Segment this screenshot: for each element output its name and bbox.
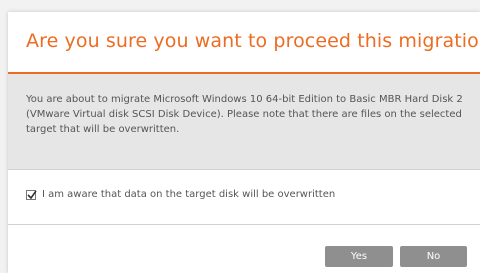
message-panel: You are about to migrate Microsoft Windo… (8, 74, 480, 170)
footer-divider (8, 224, 480, 225)
dialog-title: Are you sure you want to proceed this mi… (26, 30, 480, 52)
yes-button[interactable]: Yes (325, 246, 393, 267)
checkmark-icon (27, 190, 37, 199)
message-text: You are about to migrate Microsoft Windo… (26, 94, 463, 135)
confirm-checkbox-label[interactable]: I am aware that data on the target disk … (42, 189, 335, 200)
no-button[interactable]: No (400, 246, 467, 267)
confirm-checkbox[interactable] (26, 189, 37, 200)
migration-confirm-dialog: Are you sure you want to proceed this mi… (8, 12, 480, 273)
confirm-checkbox-row[interactable]: I am aware that data on the target disk … (26, 189, 335, 200)
